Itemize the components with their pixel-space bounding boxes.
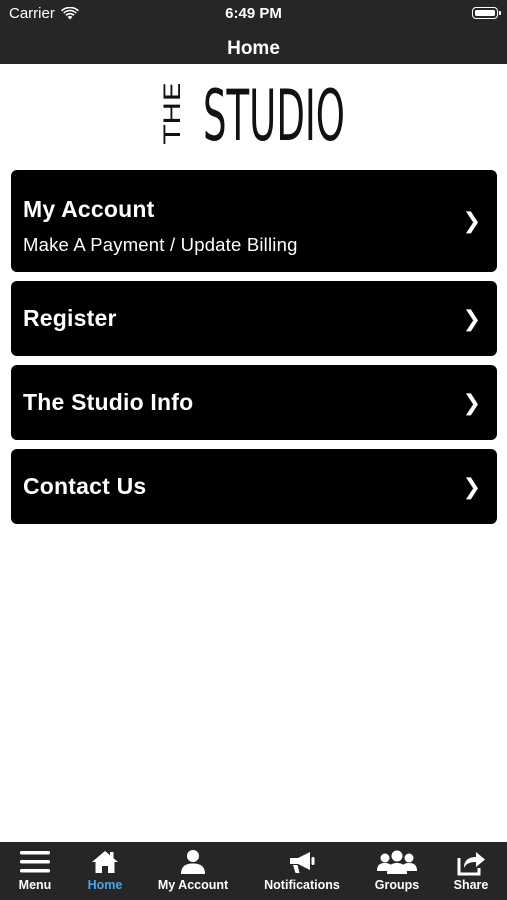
tab-menu[interactable]: Menu xyxy=(10,842,60,900)
tab-label: Groups xyxy=(374,878,420,892)
page-title: Home xyxy=(227,38,280,59)
hamburger-icon xyxy=(20,851,50,873)
tab-home[interactable]: Home xyxy=(80,842,130,900)
person-icon xyxy=(181,850,205,874)
menu-item-title: Contact Us xyxy=(23,473,147,499)
menu-item-studio-info[interactable]: The Studio Info ❯ xyxy=(11,365,497,440)
logo-text-studio: STUDIO xyxy=(203,80,345,144)
menu-item-register[interactable]: Register ❯ xyxy=(11,281,497,356)
studio-logo: THE STUDIO xyxy=(161,80,345,144)
home-icon xyxy=(92,851,118,873)
chevron-right-icon: ❯ xyxy=(462,473,481,499)
top-bar: Carrier 6:49 PM Home xyxy=(0,0,507,64)
tab-my-account[interactable]: My Account xyxy=(152,842,234,900)
megaphone-icon xyxy=(290,852,315,873)
menu-item-title: Register xyxy=(23,305,117,331)
tab-bar: Menu Home My Account Notifications Group… xyxy=(0,842,507,900)
tab-groups[interactable]: Groups xyxy=(370,842,424,900)
home-menu: My Account Make A Payment / Update Billi… xyxy=(11,170,497,533)
chevron-right-icon: ❯ xyxy=(462,305,481,331)
tab-label: Notifications xyxy=(264,878,340,892)
tab-label: Share xyxy=(453,878,489,892)
logo-text-the: THE xyxy=(161,82,186,144)
menu-item-title: The Studio Info xyxy=(23,389,194,415)
chevron-right-icon: ❯ xyxy=(462,208,481,233)
tab-label: Menu xyxy=(18,878,52,892)
status-bar: Carrier 6:49 PM xyxy=(0,0,507,28)
menu-item-my-account[interactable]: My Account Make A Payment / Update Billi… xyxy=(11,170,497,272)
status-time: 6:49 PM xyxy=(225,5,282,22)
tab-notifications[interactable]: Notifications xyxy=(258,842,346,900)
tab-label: Home xyxy=(87,878,123,892)
menu-item-title: My Account xyxy=(23,196,155,222)
chevron-right-icon: ❯ xyxy=(462,389,481,415)
menu-item-contact-us[interactable]: Contact Us ❯ xyxy=(11,449,497,524)
tab-share[interactable]: Share xyxy=(448,842,494,900)
group-icon xyxy=(377,850,417,874)
menu-item-subtitle: Make A Payment / Update Billing xyxy=(23,234,298,255)
battery-icon xyxy=(472,7,501,19)
tab-label: My Account xyxy=(157,878,229,892)
share-icon xyxy=(457,852,485,876)
